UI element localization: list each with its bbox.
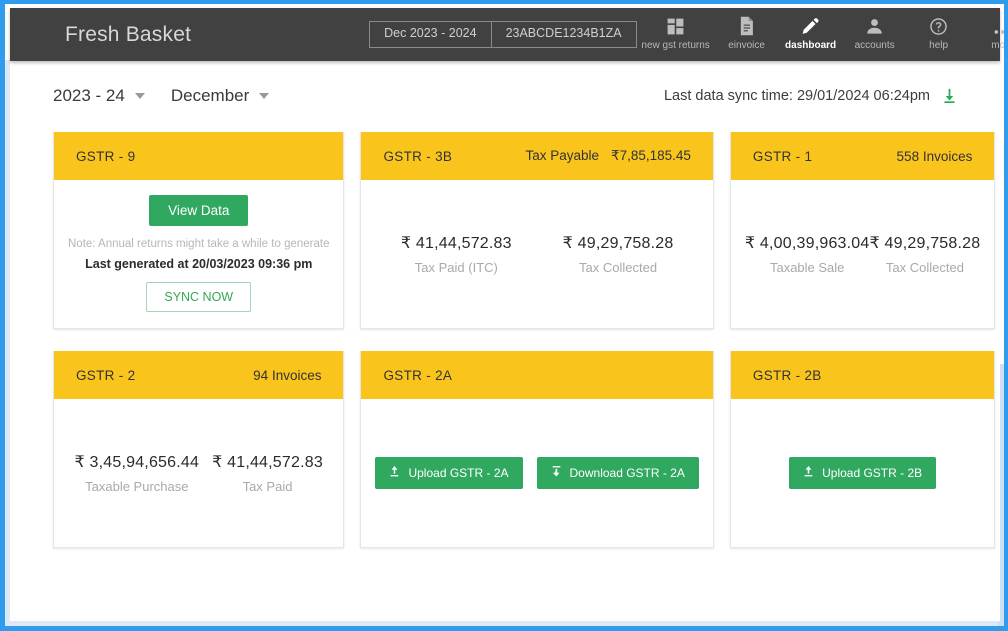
download-icon (551, 465, 562, 481)
dashboard-content: 2023 - 24 December Last data sync time: … (10, 61, 1000, 621)
metric-amount: ₹ 49,29,758.28 (870, 233, 981, 253)
question-circle-icon (929, 14, 948, 36)
financial-year-value: 2023 - 24 (53, 86, 125, 106)
nav-label: einvoice (728, 40, 765, 51)
sync-now-button[interactable]: SYNC NOW (146, 282, 251, 312)
metric-label: Tax Collected (563, 260, 674, 275)
last-sync-status: Last data sync time: 29/01/2024 06:24pm (664, 88, 957, 104)
filter-bar: 2023 - 24 December Last data sync time: … (53, 61, 957, 123)
nav-label: new gst returns (641, 40, 709, 51)
metric-label: Tax Paid (ITC) (401, 260, 512, 275)
card-body: ₹ 3,45,94,656.44 Taxable Purchase ₹ 41,4… (54, 399, 343, 547)
card-gstr-2a: GSTR - 2A Upload GST (360, 351, 713, 548)
app-sheet: Fresh Basket Dec 2023 - 2024 23ABCDE1234… (5, 4, 1004, 626)
card-title: GSTR - 3B (383, 149, 452, 164)
card-gstr-2: GSTR - 2 94 Invoices ₹ 3,45,94,656.44 Ta… (53, 351, 344, 548)
card-gstr-1: GSTR - 1 558 Invoices ₹ 4,00,39,963.04 T… (730, 132, 995, 329)
card-header: GSTR - 2 94 Invoices (54, 351, 343, 399)
financial-year-dropdown[interactable]: 2023 - 24 (53, 86, 145, 106)
nav-item-new-gst-returns[interactable]: new gst returns (637, 14, 715, 56)
top-nav-items: new gst returns einvoice (637, 14, 1004, 56)
tax-payable-label: Tax Payable (525, 148, 599, 163)
month-value: December (171, 86, 249, 106)
card-title: GSTR - 9 (76, 149, 135, 164)
card-header: GSTR - 9 (54, 132, 343, 180)
invoice-count-badge: 558 Invoices (897, 149, 973, 164)
download-gstr-2a-button[interactable]: Download GSTR - 2A (537, 457, 699, 489)
app-window: Fresh Basket Dec 2023 - 2024 23ABCDE1234… (0, 0, 1008, 631)
brand-title: Fresh Basket (65, 23, 191, 47)
metric-amount: ₹ 4,00,39,963.04 (745, 233, 870, 253)
metric-amount: ₹ 49,29,758.28 (563, 233, 674, 253)
card-body: ₹ 4,00,39,963.04 Taxable Sale ₹ 49,29,75… (731, 180, 994, 328)
metric-label: Tax Paid (212, 479, 323, 494)
person-icon (865, 14, 884, 36)
ellipsis-icon (993, 14, 1004, 36)
card-body: ₹ 41,44,572.83 Tax Paid (ITC) ₹ 49,29,75… (361, 180, 712, 328)
nav-item-dashboard[interactable]: dashboard (779, 14, 843, 56)
last-sync-text: Last data sync time: 29/01/2024 06:24pm (664, 88, 930, 104)
card-header: GSTR - 2A (361, 351, 712, 399)
nav-label: accounts (855, 40, 895, 51)
metric-label: Tax Collected (870, 260, 981, 275)
metric-amount: ₹ 3,45,94,656.44 (75, 452, 200, 472)
context-selector-group: Dec 2023 - 2024 23ABCDE1234B1ZA (369, 21, 636, 48)
metric: ₹ 41,44,572.83 Tax Paid (ITC) (401, 233, 512, 275)
tax-payable-value: ₹7,85,185.45 (611, 148, 691, 164)
metric: ₹ 41,44,572.83 Tax Paid (212, 452, 323, 494)
gstin-selector[interactable]: 23ABCDE1234B1ZA (492, 21, 637, 48)
invoice-count-badge: 94 Invoices (253, 368, 321, 383)
metric: ₹ 4,00,39,963.04 Taxable Sale (745, 233, 870, 275)
card-title: GSTR - 2 (76, 368, 135, 383)
card-title: GSTR - 2A (383, 368, 452, 383)
card-title: GSTR - 2B (753, 368, 822, 383)
card-gstr-2b: GSTR - 2B Upload GST (730, 351, 995, 548)
month-dropdown[interactable]: December (171, 86, 269, 106)
card-title: GSTR - 1 (753, 149, 812, 164)
nav-label: dashboard (785, 40, 836, 51)
upload-icon (389, 465, 400, 481)
pencil-icon (801, 14, 820, 36)
grid-icon (666, 14, 685, 36)
period-selector[interactable]: Dec 2023 - 2024 (369, 21, 491, 48)
metric-label: Taxable Purchase (75, 479, 200, 494)
nav-label: help (929, 40, 948, 51)
annual-return-note: Note: Annual returns might take a while … (68, 238, 329, 250)
card-header: GSTR - 1 558 Invoices (731, 132, 994, 180)
nav-item-help[interactable]: help (907, 14, 971, 56)
card-body: Upload GSTR - 2A Download GSTR - 2A (361, 399, 712, 547)
nav-item-accounts[interactable]: accounts (843, 14, 907, 56)
document-icon (738, 14, 755, 36)
card-header: GSTR - 2B (731, 351, 994, 399)
chevron-down-icon (259, 93, 269, 99)
chevron-down-icon (135, 93, 145, 99)
metric-amount: ₹ 41,44,572.83 (401, 233, 512, 253)
nav-item-more[interactable]: more (971, 14, 1004, 56)
button-label: Upload GSTR - 2A (408, 466, 508, 480)
metric: ₹ 49,29,758.28 Tax Collected (563, 233, 674, 275)
metric: ₹ 3,45,94,656.44 Taxable Purchase (75, 452, 200, 494)
nav-item-einvoice[interactable]: einvoice (715, 14, 779, 56)
button-label: Upload GSTR - 2B (822, 466, 922, 480)
gstr-card-grid: GSTR - 9 View Data Note: Annual returns … (53, 132, 957, 548)
nav-label: more (991, 40, 1004, 51)
metric-amount: ₹ 41,44,572.83 (212, 452, 323, 472)
upload-icon (803, 465, 814, 481)
card-body: Upload GSTR - 2B (731, 399, 994, 547)
upload-gstr-2b-button[interactable]: Upload GSTR - 2B (789, 457, 936, 489)
card-header: GSTR - 3B Tax Payable ₹7,85,185.45 (361, 132, 712, 180)
card-body: View Data Note: Annual returns might tak… (54, 180, 343, 328)
metric-label: Taxable Sale (745, 260, 870, 275)
metric: ₹ 49,29,758.28 Tax Collected (870, 233, 981, 275)
top-navigation-bar: Fresh Basket Dec 2023 - 2024 23ABCDE1234… (10, 8, 1000, 61)
upload-gstr-2a-button[interactable]: Upload GSTR - 2A (375, 457, 522, 489)
download-icon[interactable] (942, 88, 957, 104)
card-gstr-3b: GSTR - 3B Tax Payable ₹7,85,185.45 ₹ 41,… (360, 132, 713, 329)
card-gstr-9: GSTR - 9 View Data Note: Annual returns … (53, 132, 344, 329)
view-data-button[interactable]: View Data (149, 195, 248, 226)
button-label: Download GSTR - 2A (570, 466, 685, 480)
last-generated-text: Last generated at 20/03/2023 09:36 pm (85, 257, 312, 271)
